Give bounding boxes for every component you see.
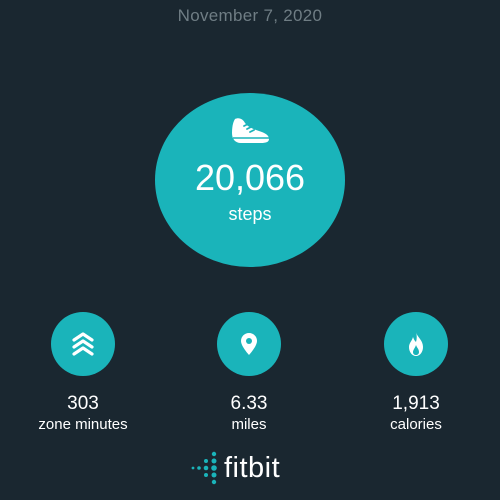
shoe-icon <box>232 118 269 143</box>
location-pin-icon <box>241 333 257 355</box>
fitbit-logo: fitbit <box>190 451 280 485</box>
date-label: November 7, 2020 <box>177 6 323 25</box>
stat-zone-minutes: 303 zone minutes <box>8 312 158 435</box>
zone-minutes-value: 303 <box>67 393 99 414</box>
steps-value: 20,066 <box>194 157 306 198</box>
fitbit-dots-icon <box>191 451 217 485</box>
stat-miles: 6.33 miles <box>174 312 324 435</box>
chevrons-up-icon <box>72 332 94 356</box>
calories-value: 1,913 <box>392 393 440 414</box>
flame-icon <box>409 332 423 356</box>
miles-badge <box>217 312 281 376</box>
miles-value: 6.33 <box>230 393 268 414</box>
zone-minutes-label: zone minutes <box>38 416 128 433</box>
miles-label: miles <box>231 416 267 433</box>
zone-minutes-badge <box>51 312 115 376</box>
stat-calories: 1,913 calories <box>341 312 491 435</box>
steps-badge: 20,066 steps <box>155 93 345 267</box>
calories-label: calories <box>390 416 442 433</box>
calories-badge <box>384 312 448 376</box>
fitbit-wordmark: fitbit <box>224 452 281 484</box>
steps-unit: steps <box>228 204 272 224</box>
